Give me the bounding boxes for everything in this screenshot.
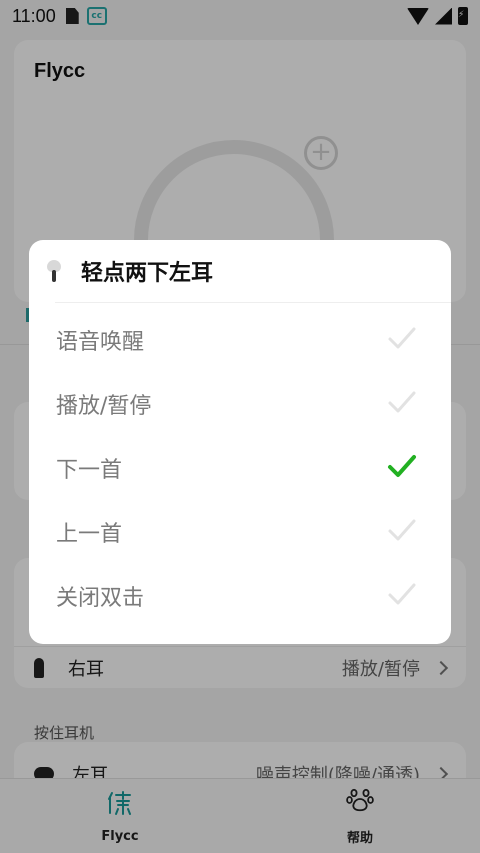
- double-tap-left-ear-dialog: 轻点两下左耳 语音唤醒 播放/暂停 下一首 上一首 关闭双击: [29, 240, 451, 644]
- check-icon: [388, 455, 416, 480]
- option-play-pause[interactable]: 播放/暂停: [29, 372, 451, 436]
- check-icon: [388, 519, 416, 544]
- option-disable-double-tap[interactable]: 关闭双击: [29, 564, 451, 628]
- option-label: 关闭双击: [56, 586, 145, 611]
- option-previous-track[interactable]: 上一首: [29, 500, 451, 564]
- check-icon: [388, 327, 416, 352]
- option-label: 播放/暂停: [56, 394, 152, 419]
- check-icon: [388, 391, 416, 416]
- option-next-track[interactable]: 下一首: [29, 436, 451, 500]
- option-label: 下一首: [56, 458, 123, 483]
- option-label: 上一首: [56, 522, 123, 547]
- check-icon: [388, 583, 416, 608]
- dialog-divider: [55, 302, 451, 303]
- left-earbud-icon: [47, 260, 61, 282]
- dialog-title: 轻点两下左耳: [81, 261, 214, 286]
- option-label: 语音唤醒: [56, 330, 145, 355]
- option-voice-wake[interactable]: 语音唤醒: [29, 308, 451, 372]
- dialog-option-list: 语音唤醒 播放/暂停 下一首 上一首 关闭双击: [29, 308, 451, 628]
- dialog-header: 轻点两下左耳: [29, 240, 451, 302]
